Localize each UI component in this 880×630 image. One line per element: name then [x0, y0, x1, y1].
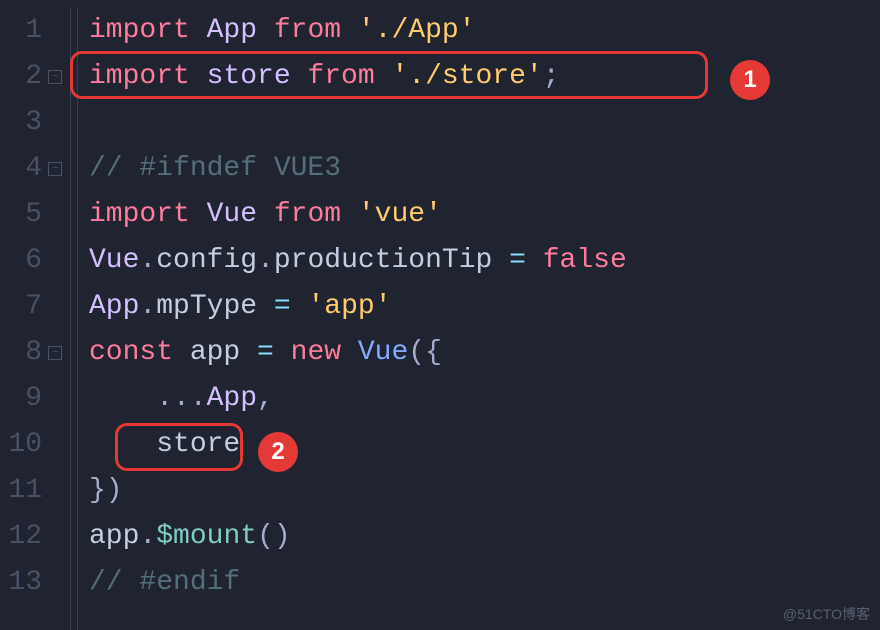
code-line[interactable]: ...App, — [89, 376, 880, 422]
code-line[interactable]: }) — [89, 468, 880, 514]
gutter-line: 5 — [0, 192, 62, 238]
code-area[interactable]: import App from './App' import store fro… — [70, 8, 880, 630]
line-number: 4 — [12, 146, 42, 192]
code-line[interactable]: // #ifndef VUE3 — [89, 146, 880, 192]
watermark: @51CTO博客 — [783, 604, 870, 624]
fold-icon[interactable]: − — [48, 70, 62, 84]
line-number: 3 — [12, 100, 42, 146]
code-line[interactable]: App.mpType = 'app' — [89, 284, 880, 330]
line-gutter: 1 2− 3 4− 5 6 7 8− 9 10 11 12 13 — [0, 8, 70, 630]
annotation-badge: 2 — [258, 432, 298, 472]
code-line[interactable]: Vue.config.productionTip = false — [89, 238, 880, 284]
line-number: 1 — [12, 8, 42, 54]
fold-icon[interactable]: − — [48, 346, 62, 360]
gutter-line: 12 — [0, 514, 62, 560]
fold-icon[interactable]: − — [48, 162, 62, 176]
code-line[interactable]: const app = new Vue({ — [89, 330, 880, 376]
code-line[interactable]: // #endif — [89, 560, 880, 606]
gutter-line: 2− — [0, 54, 62, 100]
line-number: 5 — [12, 192, 42, 238]
line-number: 12 — [8, 514, 42, 560]
code-line[interactable]: store — [89, 422, 880, 468]
line-number: 11 — [8, 468, 42, 514]
code-line[interactable]: import App from './App' — [89, 8, 880, 54]
line-number: 2 — [12, 54, 42, 100]
gutter-line: 8− — [0, 330, 62, 376]
line-number: 7 — [12, 284, 42, 330]
code-line[interactable]: import Vue from 'vue' — [89, 192, 880, 238]
annotation-badge: 1 — [730, 60, 770, 100]
gutter-line: 7 — [0, 284, 62, 330]
line-number: 9 — [12, 376, 42, 422]
gutter-line: 1 — [0, 8, 62, 54]
indent-guide — [77, 8, 78, 630]
gutter-line: 6 — [0, 238, 62, 284]
line-number: 10 — [8, 422, 42, 468]
line-number: 8 — [12, 330, 42, 376]
code-line[interactable] — [89, 100, 880, 146]
gutter-line: 4− — [0, 146, 62, 192]
line-number: 13 — [8, 560, 42, 606]
line-number: 6 — [12, 238, 42, 284]
gutter-line: 9 — [0, 376, 62, 422]
gutter-line: 13 — [0, 560, 62, 606]
code-line[interactable]: app.$mount() — [89, 514, 880, 560]
gutter-line: 10 — [0, 422, 62, 468]
gutter-line: 11 — [0, 468, 62, 514]
gutter-line: 3 — [0, 100, 62, 146]
